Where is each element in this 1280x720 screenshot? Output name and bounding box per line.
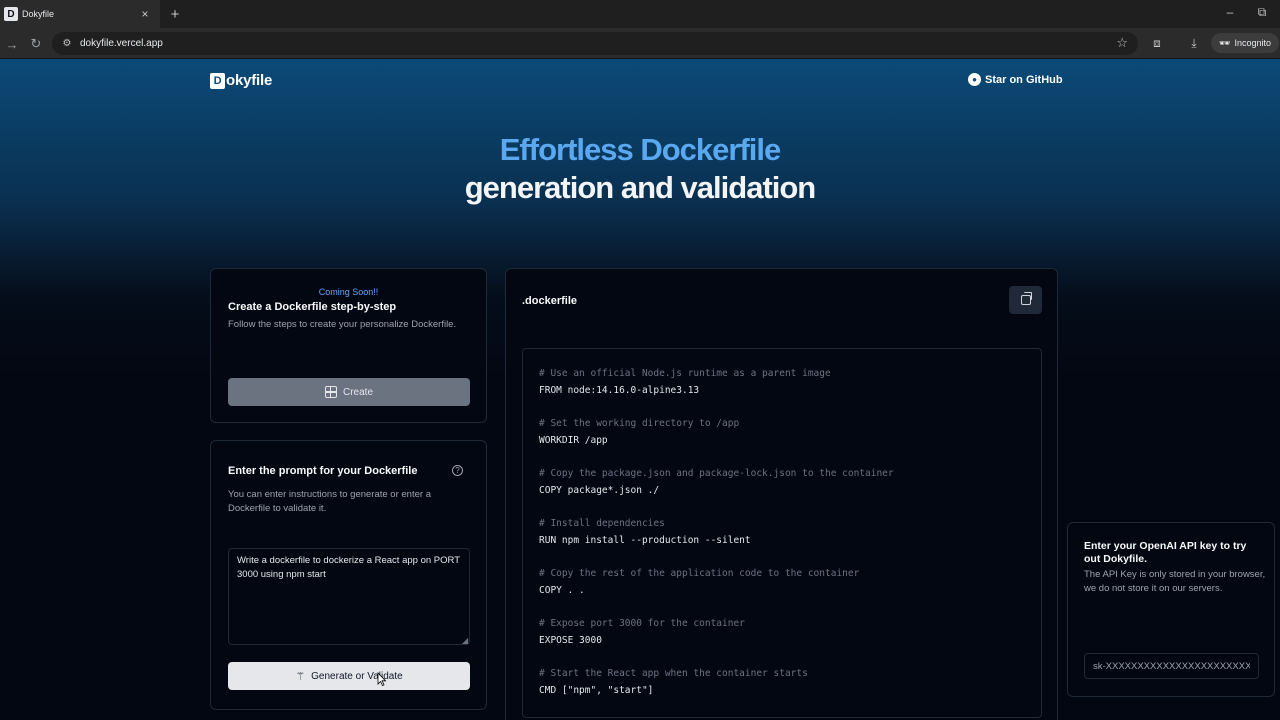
code-line: EXPOSE 3000	[539, 635, 602, 646]
copy-icon	[1020, 292, 1032, 305]
api-key-description: The API Key is only stored in your brows…	[1084, 569, 1266, 594]
address-bar[interactable]: ⚙ dokyfile.vercel.app ☆	[52, 32, 1138, 55]
logo-text: okyfile	[226, 72, 273, 89]
copy-button[interactable]	[1009, 286, 1042, 314]
code-line: FROM node:14.16.0-alpine3.13	[539, 384, 700, 396]
mouse-cursor-icon	[377, 672, 387, 686]
api-key-card: Enter your OpenAI API key to try out Dok…	[1067, 522, 1275, 697]
code-comment-line: # Set the working directory to /app	[539, 418, 740, 430]
tab-title: Dokyfile	[22, 9, 55, 19]
restore-icon[interactable]: ⧉	[1252, 5, 1272, 20]
code-line: CMD ["npm", "start"]	[539, 685, 654, 697]
code-line: WORKDIR /app	[539, 434, 608, 446]
generate-button-label: Generate or Validate	[311, 670, 403, 682]
download-icon[interactable]: ⤓	[1185, 36, 1203, 51]
create-card-title: Create a Dockerfile step-by-step	[228, 301, 397, 313]
minimize-icon[interactable]: –	[1220, 5, 1240, 19]
help-icon[interactable]: ?	[452, 465, 463, 476]
star-on-github-link[interactable]: ● Star on GitHub	[968, 73, 1063, 86]
prompt-card-title: Enter the prompt for your Dockerfile	[228, 465, 418, 477]
logo[interactable]: D okyfile	[210, 72, 272, 89]
github-icon: ●	[968, 73, 981, 86]
extensions-icon[interactable]: ⧈	[1148, 36, 1166, 51]
browser-toolbar: → ↻ ⚙ dokyfile.vercel.app ☆ ⧈ ⤓ 🕶 Incogn…	[0, 28, 1280, 59]
hero: Effortless Dockerfile generation and val…	[0, 131, 1280, 207]
prompt-textarea[interactable]: Write a dockerfile to dockerize a React …	[228, 548, 470, 645]
browser-tab[interactable]: D Dokyfile ×	[0, 0, 160, 28]
hero-title-line1: Effortless Dockerfile	[499, 132, 782, 167]
code-comment-line: # Expose port 3000 for the container	[539, 618, 745, 630]
api-key-input[interactable]	[1084, 653, 1259, 679]
generate-or-validate-button[interactable]: ⚚ Generate or Validate	[228, 662, 470, 690]
prompt-card: Enter the prompt for your Dockerfile ? Y…	[210, 440, 487, 710]
code-comment-line: # Install dependencies	[539, 518, 665, 530]
bookmark-star-icon[interactable]: ☆	[1116, 35, 1128, 51]
create-card: Coming Soon!! Create a Dockerfile step-b…	[210, 268, 487, 423]
forward-icon[interactable]: →	[2, 34, 22, 54]
code-line: COPY package*.json ./	[539, 484, 660, 496]
code-line: RUN npm install --production --silent	[539, 534, 751, 546]
browser-tab-bar: D Dokyfile × + – ⧉	[0, 0, 1280, 28]
code-comment-line: # Copy the rest of the application code …	[539, 568, 860, 580]
magic-wand-icon: ⚚	[295, 670, 306, 683]
grid-icon	[324, 386, 337, 398]
logo-mark-icon: D	[210, 72, 225, 89]
site-settings-icon[interactable]: ⚙	[60, 37, 74, 51]
new-tab-button[interactable]: +	[166, 4, 184, 24]
code-comment-line: # Start the React app when the container…	[539, 668, 808, 680]
close-tab-icon[interactable]: ×	[138, 7, 152, 21]
hero-title-line2: generation and validation	[464, 170, 817, 205]
create-card-description: Follow the steps to create your personal…	[228, 319, 457, 330]
create-button[interactable]: Create	[228, 378, 470, 406]
favicon-icon: D	[4, 7, 18, 21]
url-text: dokyfile.vercel.app	[80, 38, 163, 49]
api-key-title: Enter your OpenAI API key to try out Dok…	[1084, 540, 1247, 565]
coming-soon-badge: Coming Soon!!	[318, 287, 379, 297]
incognito-label: Incognito	[1234, 38, 1271, 48]
resize-grip-icon[interactable]: ◢	[462, 636, 468, 645]
prompt-card-description: You can enter instructions to generate o…	[228, 489, 431, 514]
reload-icon[interactable]: ↻	[26, 34, 46, 54]
dockerfile-title: .dockerfile	[522, 295, 578, 307]
incognito-icon: 🕶	[1219, 37, 1231, 48]
create-button-label: Create	[342, 386, 373, 398]
code-comment-line: # Use an official Node.js runtime as a p…	[539, 368, 831, 379]
dockerfile-code-block[interactable]: # Use an official Node.js runtime as a p…	[522, 348, 1042, 718]
github-label: Star on GitHub	[985, 73, 1063, 86]
dockerfile-card: .dockerfile # Use an official Node.js ru…	[505, 268, 1058, 720]
code-comment-line: # Copy the package.json and package-lock…	[539, 468, 894, 480]
incognito-badge[interactable]: 🕶 Incognito	[1211, 33, 1279, 53]
code-line: COPY . .	[539, 584, 585, 596]
page: D okyfile ● Star on GitHub Effortless Do…	[0, 59, 1280, 720]
